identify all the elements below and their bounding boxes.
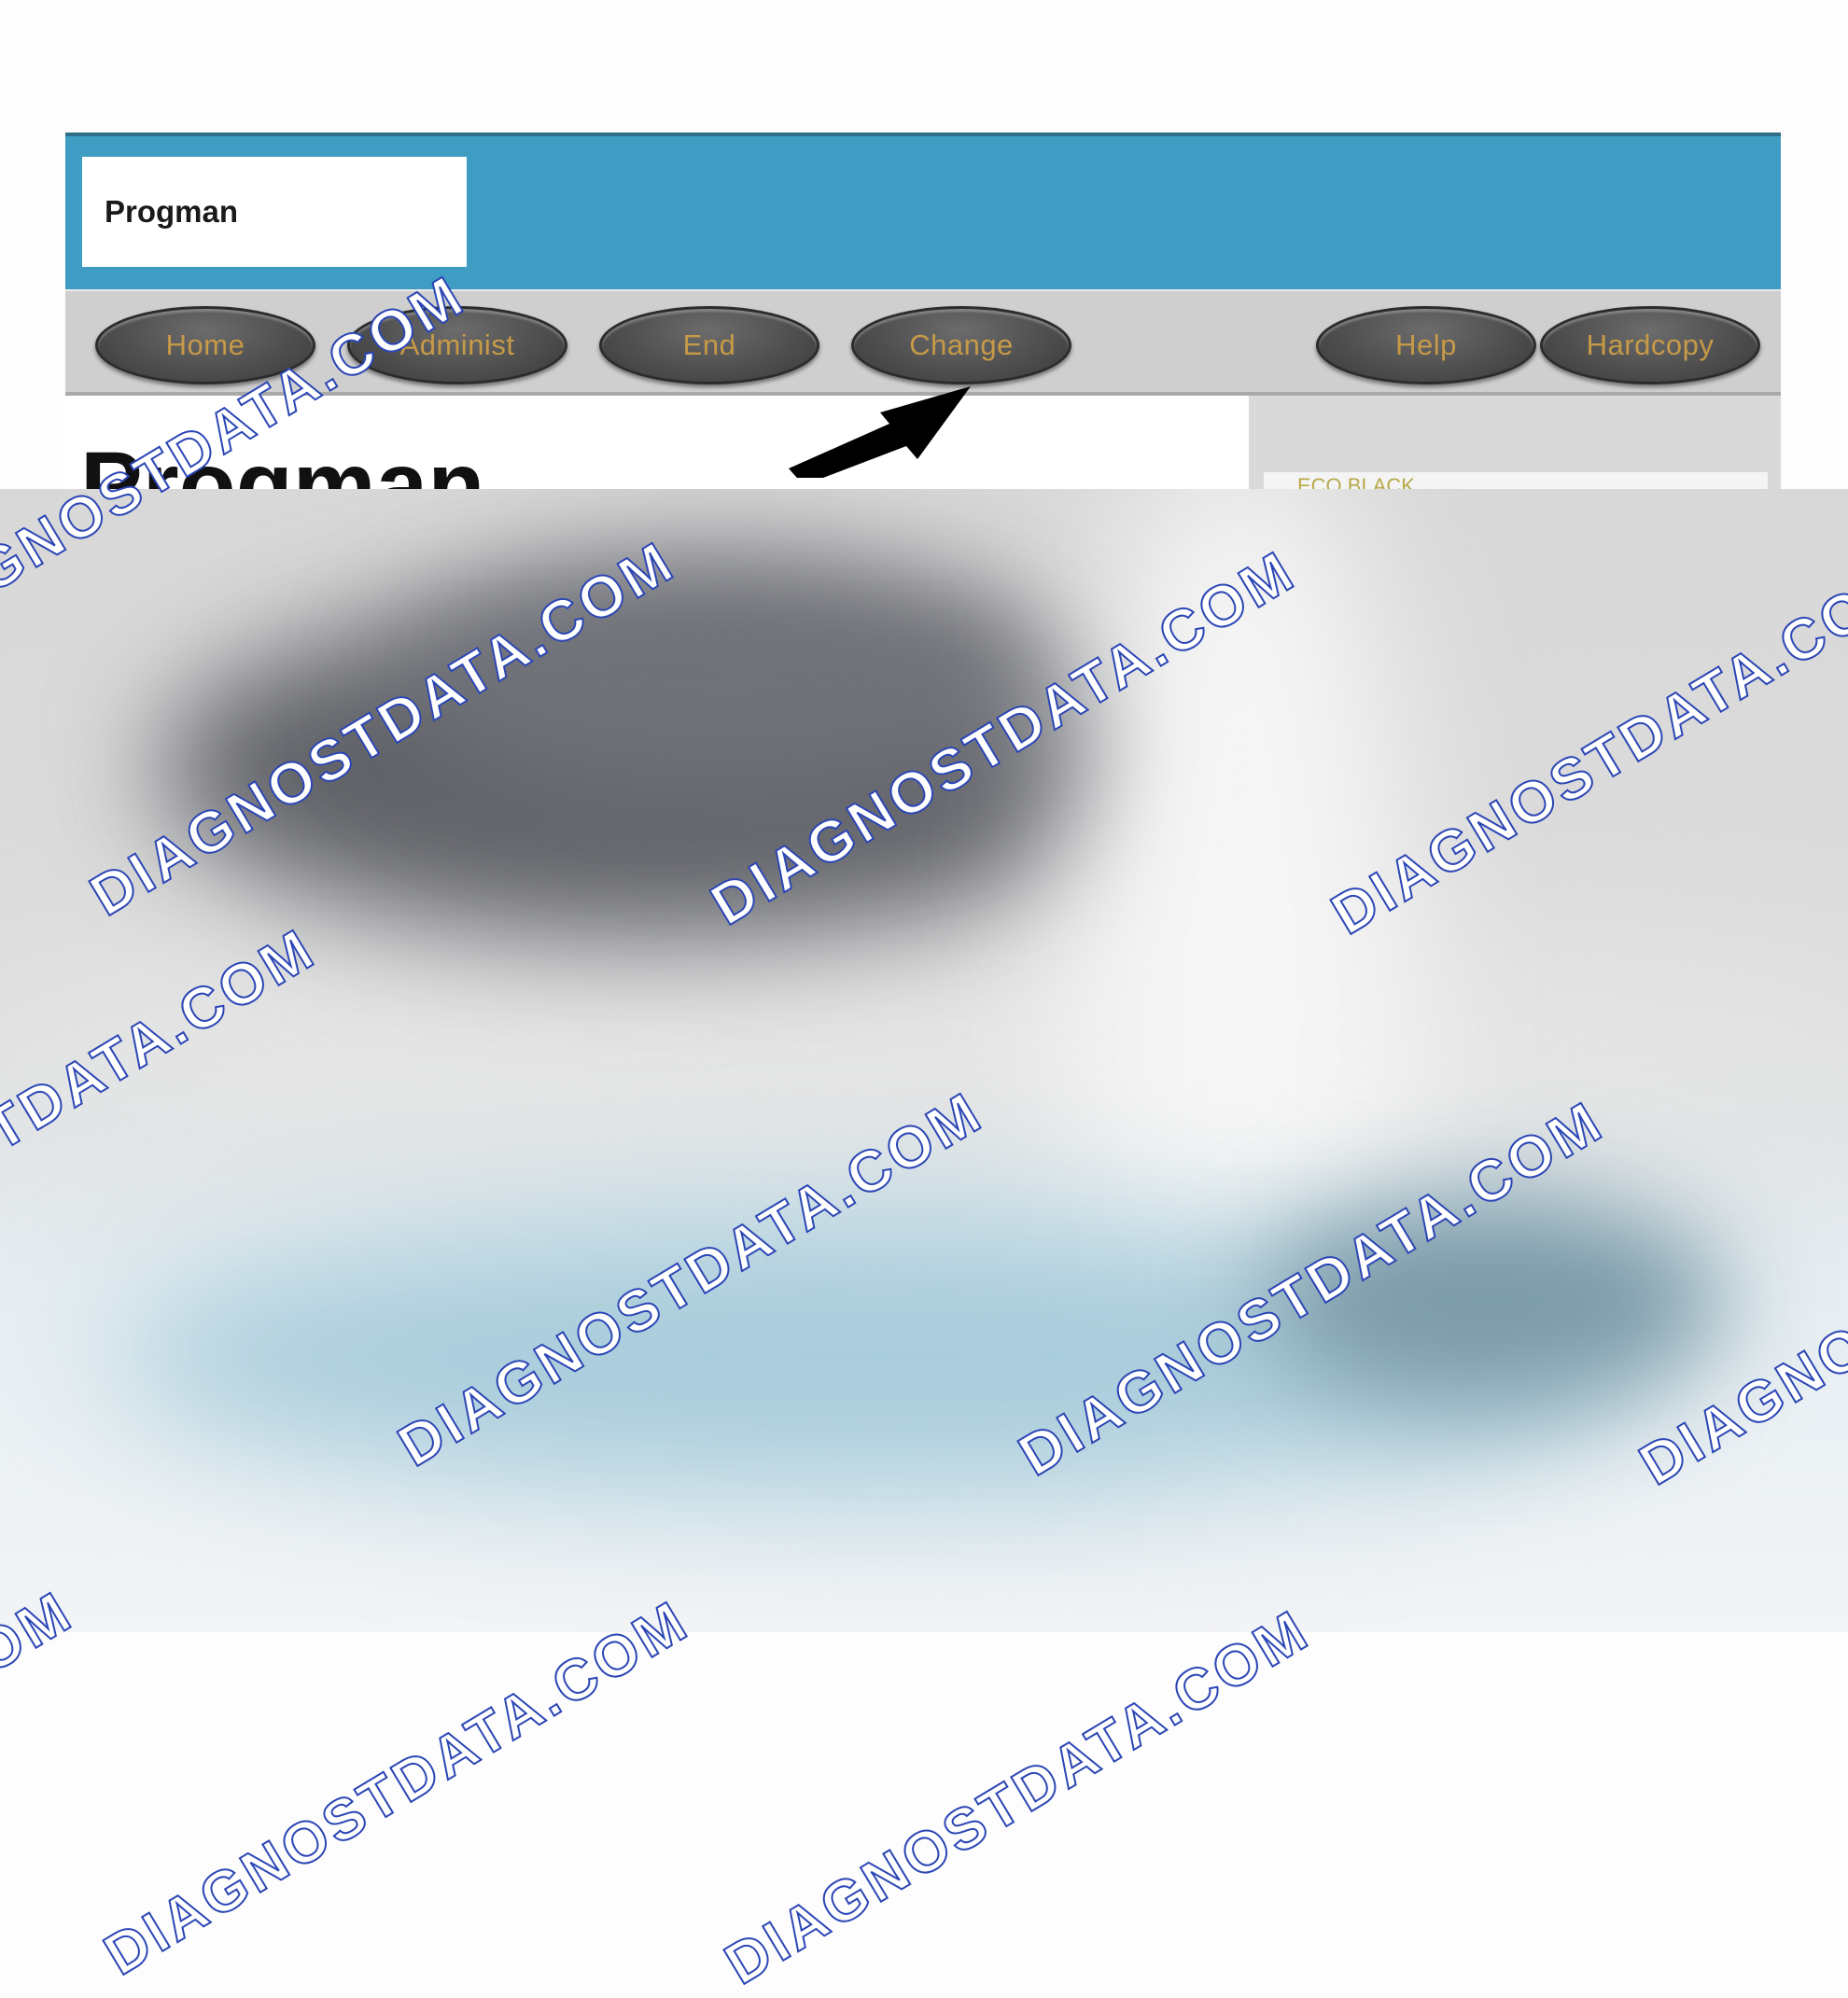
- app-header: Progman: [65, 133, 1781, 289]
- app-window: Progman Home Administ End Change Help Ha…: [65, 133, 1781, 489]
- watermark-text: DIAGNOSTDATA.COM: [93, 1587, 701, 1989]
- end-button-label: End: [682, 328, 736, 361]
- arrow-pointer-icon: [789, 386, 971, 478]
- side-panel: ECO BLACK: [1249, 396, 1781, 489]
- header-logo-box: Progman: [82, 157, 467, 267]
- watermark-text: DIAGNOSTDATA.COM: [0, 1578, 85, 1979]
- change-button[interactable]: Change: [851, 306, 1071, 384]
- end-button[interactable]: End: [599, 306, 819, 384]
- home-button-label: Home: [165, 328, 245, 361]
- side-panel-field: ECO BLACK: [1264, 472, 1768, 489]
- hardcopy-button[interactable]: Hardcopy: [1540, 306, 1760, 384]
- hardcopy-button-label: Hardcopy: [1586, 328, 1715, 361]
- help-button-label: Help: [1395, 328, 1457, 361]
- watermark-text: DIAGNOSTDATA.COM: [714, 1597, 1322, 1998]
- help-button[interactable]: Help: [1316, 306, 1536, 384]
- app-name: Progman: [105, 194, 239, 229]
- change-button-label: Change: [909, 328, 1014, 361]
- side-panel-text: ECO BLACK: [1297, 474, 1415, 489]
- blurred-content: [0, 489, 1848, 1632]
